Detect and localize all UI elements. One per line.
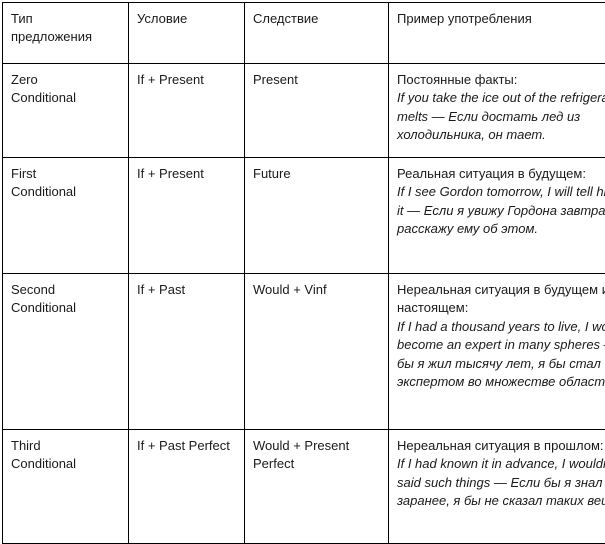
table-row: Second Conditional If + Past Would + Vin…: [3, 274, 605, 430]
column-header-example-label: Пример употребления: [397, 10, 605, 28]
cell-example: Нереальная ситуация в прошлом: If I had …: [389, 430, 605, 544]
example-intro-text: Нереальная ситуация в будущем или настоя…: [397, 281, 605, 318]
cell-example: Реальная ситуация в будущем: If I see Go…: [389, 158, 605, 274]
example-intro-text: Постоянные факты:: [397, 71, 605, 89]
condition-formula: If + Past Perfect: [137, 437, 235, 455]
cell-result: Future: [245, 158, 389, 274]
example-intro-text: Реальная ситуация в будущем:: [397, 165, 605, 183]
cell-condition: If + Past: [129, 274, 245, 430]
conditional-type-label: Zero Conditional: [11, 71, 119, 108]
column-header-result: Следствие: [245, 3, 389, 64]
result-formula: Would + Vinf: [253, 281, 379, 299]
cell-example: Постоянные факты: If you take the ice ou…: [389, 64, 605, 158]
table-header: Тип предложения Условие Следствие Пример…: [3, 3, 605, 64]
column-header-example: Пример употребления: [389, 3, 605, 64]
cell-type: Third Conditional: [3, 430, 129, 544]
example-sentence-text: If I see Gordon tomorrow, I will tell hi…: [397, 183, 605, 238]
cell-condition: If + Present: [129, 158, 245, 274]
cell-condition: If + Past Perfect: [129, 430, 245, 544]
example-intro-text: Нереальная ситуация в прошлом:: [397, 437, 605, 455]
column-header-result-label: Следствие: [253, 10, 379, 28]
table-row: Third Conditional If + Past Perfect Woul…: [3, 430, 605, 544]
cell-result: Present: [245, 64, 389, 158]
cell-type: Zero Conditional: [3, 64, 129, 158]
table-body: Zero Conditional If + Present Present По…: [3, 64, 605, 544]
example-sentence-text: If I had known it in advance, I wouldn’t…: [397, 455, 605, 510]
result-formula: Future: [253, 165, 379, 183]
conditionals-table: Тип предложения Условие Следствие Пример…: [2, 2, 605, 544]
conditional-type-label: First Conditional: [11, 165, 119, 202]
condition-formula: If + Past: [137, 281, 235, 299]
conditional-type-label: Second Conditional: [11, 281, 119, 318]
example-sentence-text: If you take the ice out of the refrigera…: [397, 89, 605, 144]
table-header-row: Тип предложения Условие Следствие Пример…: [3, 3, 605, 64]
condition-formula: If + Present: [137, 165, 235, 183]
result-formula: Would + Present Perfect: [253, 437, 379, 474]
conditional-type-label: Third Conditional: [11, 437, 119, 474]
cell-result: Would + Present Perfect: [245, 430, 389, 544]
cell-type: First Conditional: [3, 158, 129, 274]
column-header-condition: Условие: [129, 3, 245, 64]
cell-condition: If + Present: [129, 64, 245, 158]
column-header-type: Тип предложения: [3, 3, 129, 64]
column-header-condition-label: Условие: [137, 10, 235, 28]
example-sentence-text: If I had a thousand years to live, I wou…: [397, 318, 605, 392]
cell-type: Second Conditional: [3, 274, 129, 430]
table-row: Zero Conditional If + Present Present По…: [3, 64, 605, 158]
result-formula: Present: [253, 71, 379, 89]
table-row: First Conditional If + Present Future Ре…: [3, 158, 605, 274]
condition-formula: If + Present: [137, 71, 235, 89]
cell-example: Нереальная ситуация в будущем или настоя…: [389, 274, 605, 430]
column-header-type-label: Тип предложения: [11, 10, 119, 47]
cell-result: Would + Vinf: [245, 274, 389, 430]
